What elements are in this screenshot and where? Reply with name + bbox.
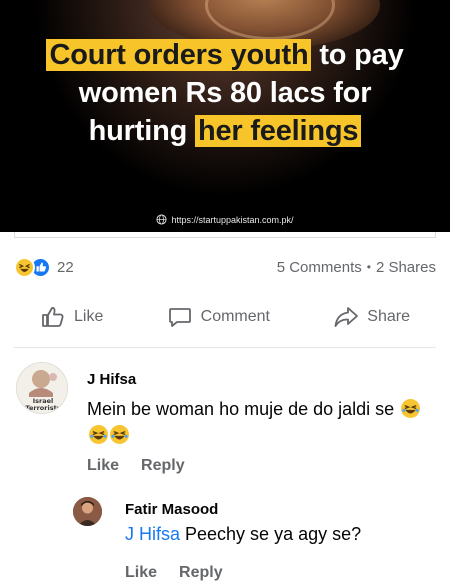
comment-bubble-icon (168, 307, 191, 327)
source-url: https://startuppakistan.com.pk/ (0, 214, 450, 225)
rofl-emoji-icon (110, 425, 129, 444)
haha-reaction-icon (14, 256, 35, 278)
comment-author[interactable]: Fatir Masood (125, 501, 218, 518)
headline-highlight-1: Court orders youth (46, 39, 312, 71)
comment-like-button[interactable]: Like (125, 564, 157, 582)
share-button-label: Share (367, 307, 410, 325)
comments-count[interactable]: 5 Comments (277, 259, 362, 276)
avatar-image (73, 497, 102, 526)
rofl-emoji-icon (401, 399, 421, 418)
headline-text-2: women Rs 80 lacs for (78, 77, 372, 109)
link-card-border (14, 232, 436, 238)
post-action-bar: Like Comment Share (14, 298, 436, 348)
reaction-count: 22 (57, 258, 74, 276)
comment-text-wrapper: Mein be woman ho muje de do jaldi se (87, 396, 427, 448)
avatar[interactable] (73, 497, 102, 526)
comment-button-label: Comment (200, 307, 270, 325)
like-button-label: Like (74, 307, 104, 325)
share-button[interactable]: Share (333, 304, 410, 330)
comment-text: Peechy se ya agy se? (180, 524, 362, 544)
comment-author[interactable]: J Hifsa (87, 371, 136, 388)
comment-actions: Like Reply (87, 457, 185, 475)
thumbs-up-icon (42, 306, 64, 327)
shares-count[interactable]: 2 Shares (376, 259, 436, 276)
globe-icon (156, 214, 168, 225)
comment-reply-button[interactable]: Reply (141, 457, 185, 475)
comment-text-wrapper: J Hifsa Peechy se ya agy se? (125, 524, 361, 545)
comment-like-button[interactable]: Like (87, 457, 119, 475)
comment-reply-button[interactable]: Reply (179, 564, 223, 582)
mention-link[interactable]: J Hifsa (125, 524, 180, 544)
post-headline: Court orders youth to pay women Rs 80 la… (0, 36, 450, 150)
comment-text: Mein be woman ho muje de do jaldi se (87, 399, 395, 419)
source-url-text: https://startuppakistan.com.pk/ (171, 214, 294, 225)
rofl-emoji-icon (89, 425, 108, 444)
like-button[interactable]: Like (40, 304, 103, 330)
post-image[interactable]: Court orders youth to pay women Rs 80 la… (0, 0, 450, 232)
share-arrow-icon (334, 306, 359, 327)
avatar[interactable]: Israel Terrorists (16, 362, 68, 414)
headline-highlight-2: her feelings (194, 115, 362, 147)
avatar-image: Israel Terrorists (17, 363, 67, 413)
avatar-caption-2: Terrorists (25, 404, 60, 412)
comment-button[interactable]: Comment (167, 304, 270, 330)
reactions-row: 22 5 Comments • 2 Shares (14, 256, 436, 278)
headline-text-3: hurting (88, 115, 195, 147)
reaction-summary[interactable]: 22 (14, 256, 74, 278)
headline-text-1: to pay (311, 39, 404, 71)
engagement-stats: 5 Comments • 2 Shares (277, 259, 436, 276)
comment-actions: Like Reply (125, 564, 223, 582)
stats-separator: • (366, 260, 371, 274)
